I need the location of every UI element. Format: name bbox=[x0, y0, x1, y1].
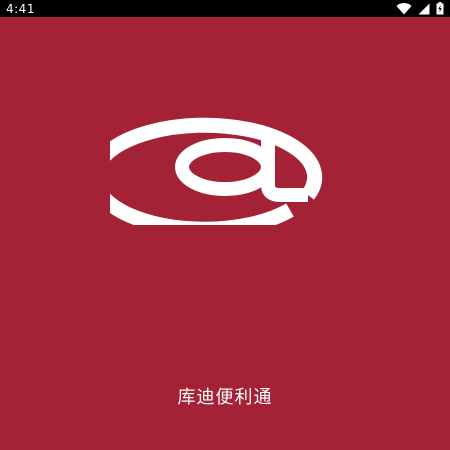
battery-charging-icon bbox=[436, 2, 444, 15]
status-bar: 4:41 bbox=[0, 0, 450, 17]
at-sign-icon bbox=[87, 107, 342, 237]
signal-icon bbox=[418, 3, 430, 15]
app-name: 库迪便利通 bbox=[177, 387, 273, 408]
wifi-icon bbox=[396, 2, 412, 15]
splash-screen: 4:41 库迪便利通 bbox=[0, 0, 450, 450]
status-time: 4:41 bbox=[6, 1, 35, 16]
status-icons bbox=[396, 2, 444, 15]
